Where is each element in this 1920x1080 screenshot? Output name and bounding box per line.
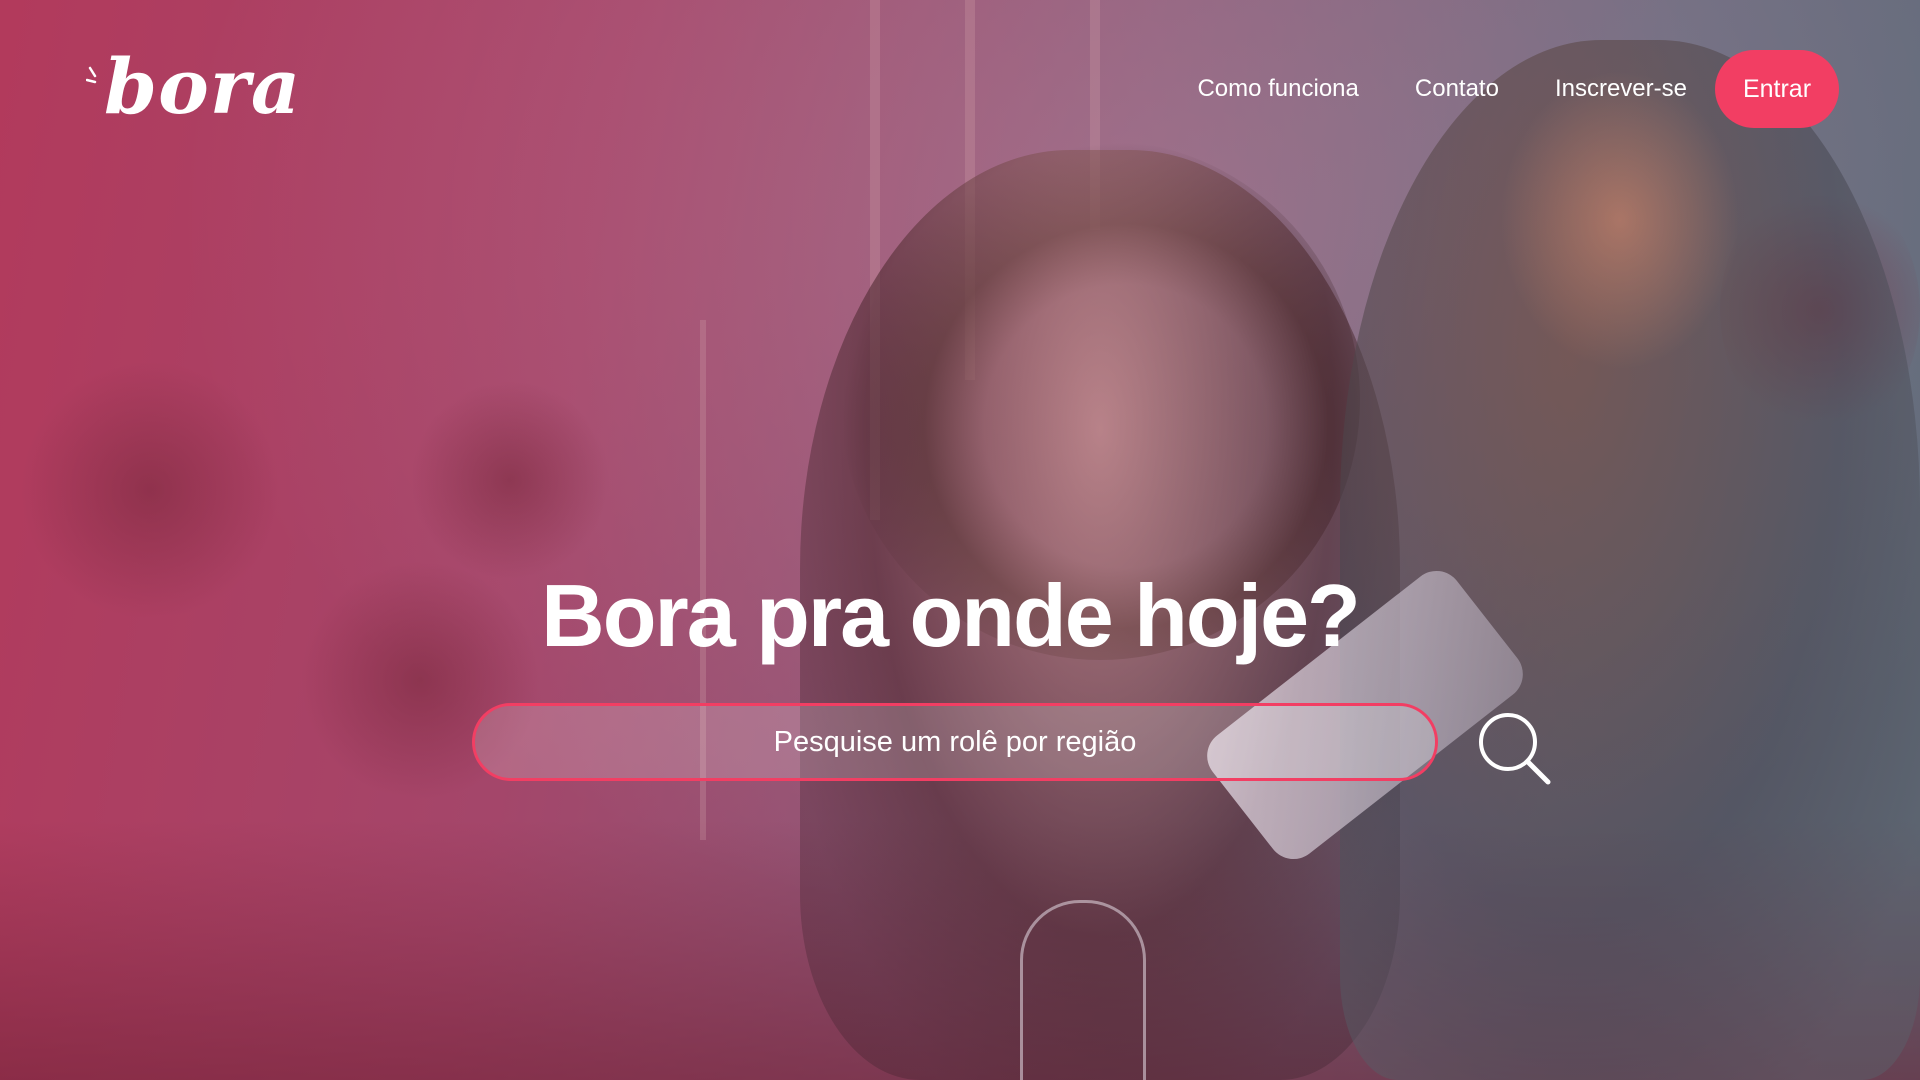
search-button[interactable] — [1474, 708, 1554, 788]
search-input[interactable] — [475, 705, 1435, 779]
logo-wordmark: bora — [104, 42, 302, 131]
palm-tree-foliage — [410, 380, 610, 580]
nav-link-como-funciona[interactable]: Como funciona — [1197, 75, 1358, 103]
search-icon — [1479, 713, 1551, 785]
nav-link-contato[interactable]: Contato — [1415, 75, 1499, 103]
nav-link-inscrever-se[interactable]: Inscrever-se — [1555, 75, 1687, 103]
main-nav: Como funciona Contato Inscrever-se Entra… — [1197, 50, 1839, 128]
login-button[interactable]: Entrar — [1715, 50, 1839, 128]
search-bar — [472, 703, 1438, 781]
earphone-cable — [1020, 900, 1146, 1080]
hero-headline: Bora pra onde hoje? — [541, 566, 1361, 665]
logo-spark-icon — [86, 66, 97, 84]
bora-logo[interactable]: bora — [86, 42, 301, 132]
hero-section: bora Como funciona Contato Inscrever-se … — [0, 0, 1920, 1080]
